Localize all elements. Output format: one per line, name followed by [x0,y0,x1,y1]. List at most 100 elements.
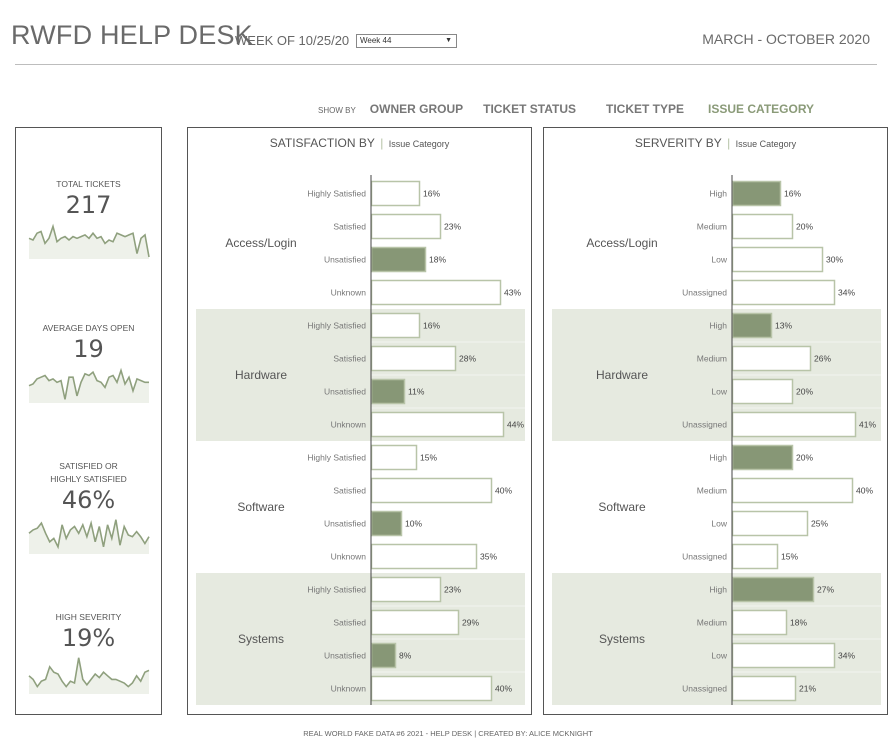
bar[interactable] [731,576,815,603]
bar-value-label: 29% [462,618,479,628]
bar[interactable] [370,609,460,636]
bar[interactable] [731,345,812,372]
category-label: Unassigned [682,288,727,298]
category-label: Unassigned [682,420,727,430]
bar-value-label: 21% [799,684,816,694]
bar[interactable] [731,444,794,471]
bar-value-label: 13% [775,321,792,331]
show-by-ticket-type[interactable]: TICKET TYPE [606,102,684,116]
bar[interactable] [731,675,797,702]
bar[interactable] [370,180,421,207]
footer-credit: REAL WORLD FAKE DATA #6 2021 - HELP DESK… [303,729,593,738]
kpi-value: 19 [73,335,104,363]
category-label: Satisfied [333,354,366,364]
bar[interactable] [731,609,788,636]
bar-value-label: 40% [495,684,512,694]
category-label: Low [711,651,727,661]
kpi-value: 217 [65,191,112,219]
bar-value-label: 25% [811,519,828,529]
bar[interactable] [370,246,427,273]
bar[interactable] [370,312,421,339]
category-label: Satisfied [333,486,366,496]
bar-value-label: 20% [796,453,813,463]
bar[interactable] [731,279,836,306]
bar-value-label: 8% [399,651,412,661]
bar[interactable] [370,444,418,471]
category-label: Unassigned [682,552,727,562]
show-by-ticket-status[interactable]: TICKET STATUS [483,102,576,116]
group-label: Hardware [235,368,287,382]
category-label: Unsatisfied [324,651,366,661]
kpi-sparkline [27,519,150,554]
bar[interactable] [370,345,457,372]
kpi-sparkline [28,367,149,403]
category-label: Unknown [331,288,367,298]
group-label: Systems [599,632,645,646]
group-label: Hardware [596,368,648,382]
show-by-issue-category[interactable]: ISSUE CATEGORY [708,102,814,116]
category-label: High [710,189,728,199]
group-label: Software [237,500,285,514]
bar-value-label: 23% [444,222,461,232]
bar[interactable] [370,675,493,702]
satisfaction-chart-panel: SATISFACTION BY | Issue Category Access/… [187,127,532,715]
bar[interactable] [731,477,854,504]
category-label: Unknown [331,684,367,694]
week-select-dropdown[interactable]: Week 44 ▼ [356,34,457,48]
bar[interactable] [370,642,397,669]
kpi-value: 19% [61,624,116,652]
bar-value-label: 34% [838,288,855,298]
category-label: Unsatisfied [324,387,366,397]
bar-value-label: 20% [796,387,813,397]
group-label: Access/Login [586,236,657,250]
bar[interactable] [731,510,809,537]
kpi-label-line-1: SATISFIED OR [59,461,118,471]
bar[interactable] [731,543,779,570]
show-by-label: SHOW BY [318,106,356,115]
bar[interactable] [370,411,505,438]
bar[interactable] [370,477,493,504]
bar-value-label: 40% [495,486,512,496]
bar[interactable] [370,543,478,570]
bar-value-label: 16% [784,189,801,199]
bar-value-label: 28% [459,354,476,364]
category-label: Medium [697,618,727,628]
bar[interactable] [731,378,794,405]
kpi-panel: TOTAL TICKETS 217 AVERAGE DAYS OPEN 19 S… [15,127,162,715]
bar[interactable] [731,411,857,438]
bar-value-label: 35% [480,552,497,562]
bar-value-label: 26% [814,354,831,364]
show-by-owner-group[interactable]: OWNER GROUP [370,102,463,116]
category-label: Satisfied [333,222,366,232]
dashboard-title: RWFD HELP DESK [11,20,253,50]
kpi-value: 46% [61,486,116,514]
header-divider [15,64,877,65]
group-label: Software [598,500,646,514]
dropdown-arrow-icon: ▼ [445,37,452,44]
category-label: High [710,585,728,595]
bar[interactable] [731,213,794,240]
bar[interactable] [370,576,442,603]
category-label: Low [711,387,727,397]
bar[interactable] [370,213,442,240]
bar[interactable] [370,378,406,405]
category-label: Unsatisfied [324,255,366,265]
category-label: Medium [697,354,727,364]
category-label: Highly Satisfied [307,189,366,199]
satisfaction-bar-chart: Access/Login Highly Satisfied 16% Satisfied… [196,175,525,705]
category-label: Medium [697,222,727,232]
category-label: Unknown [331,420,367,430]
bar[interactable] [370,279,502,306]
bar[interactable] [731,246,824,273]
bar-value-label: 10% [405,519,422,529]
kpi-label-line-2: HIGHLY SATISFIED [50,474,127,484]
bar-value-label: 27% [817,585,834,595]
kpi-satisfied: SATISFIED OR HIGHLY SATISFIED 46% [16,460,161,554]
bar[interactable] [370,510,403,537]
bar[interactable] [731,180,782,207]
bar[interactable] [731,642,836,669]
show-by-selector: SHOW BY OWNER GROUP TICKET STATUS TICKET… [318,102,834,116]
bar-value-label: 40% [856,486,873,496]
category-label: Unsatisfied [324,519,366,529]
bar[interactable] [731,312,773,339]
